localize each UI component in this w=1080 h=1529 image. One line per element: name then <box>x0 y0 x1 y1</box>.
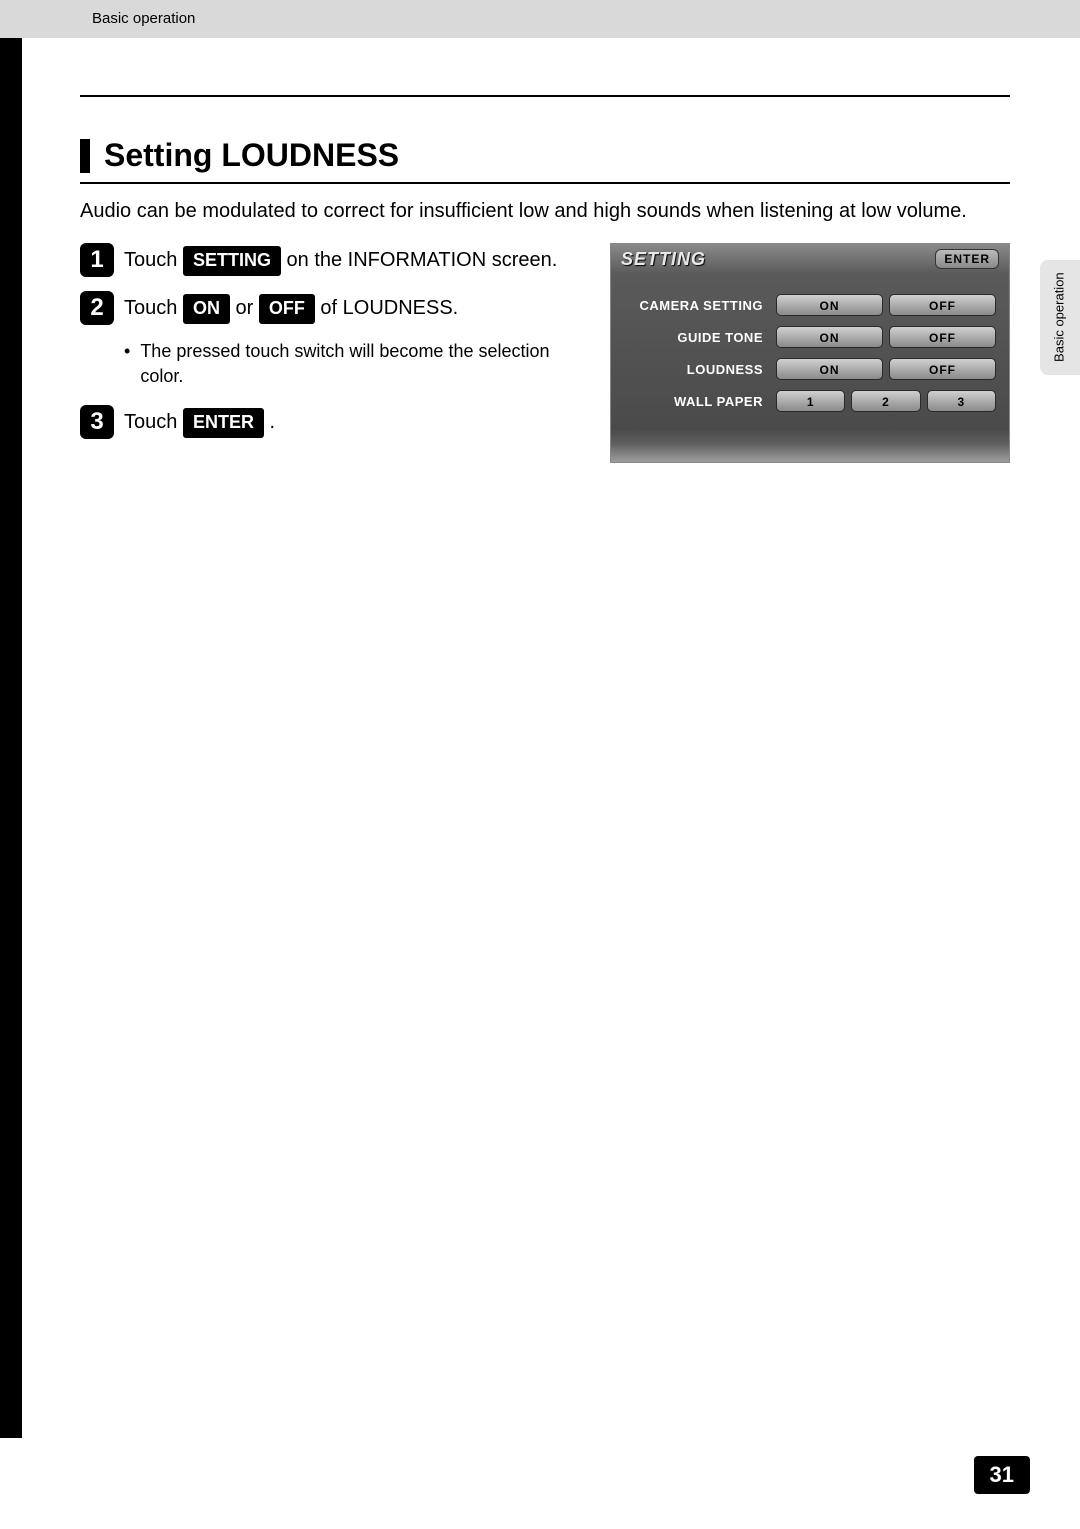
row-guide-tone: GUIDE TONE ON OFF <box>621 322 999 352</box>
step-text: on the INFORMATION screen. <box>287 249 558 271</box>
step-body: Touch ENTER . <box>124 405 275 438</box>
enter-button[interactable]: ENTER <box>935 249 999 269</box>
step-number: 3 <box>80 405 114 439</box>
row-loudness: LOUDNESS ON OFF <box>621 354 999 384</box>
off-button-label: OFF <box>259 294 315 324</box>
section-tab-label: Basic operation <box>1053 273 1067 363</box>
title-underline <box>80 182 1010 184</box>
mock-title: SETTING <box>621 249 706 270</box>
setting-screen-mock: SETTING ENTER CAMERA SETTING ON OFF GUID… <box>610 243 1010 463</box>
row-wall-paper: WALL PAPER 1 2 3 <box>621 386 999 416</box>
camera-off-button[interactable]: OFF <box>889 294 996 316</box>
screenshot-column: SETTING ENTER CAMERA SETTING ON OFF GUID… <box>610 243 1010 463</box>
setting-button-label: SETTING <box>183 246 281 276</box>
step-number: 1 <box>80 243 114 277</box>
step-text: or <box>236 297 259 319</box>
title-marker <box>80 139 90 173</box>
step-body: Touch SETTING on the INFORMATION screen. <box>124 243 557 276</box>
step-number: 2 <box>80 291 114 325</box>
step-text: Touch <box>124 249 183 271</box>
step-2: 2 Touch ON or OFF of LOUDNESS. <box>80 291 580 325</box>
step-2-notes: The pressed touch switch will become the… <box>124 339 580 389</box>
two-columns: 1 Touch SETTING on the INFORMATION scree… <box>80 243 1010 463</box>
row-label: LOUDNESS <box>621 362 773 377</box>
top-rule <box>80 95 1010 97</box>
guide-off-button[interactable]: OFF <box>889 326 996 348</box>
intro-text: Audio can be modulated to correct for in… <box>80 198 1010 225</box>
page-number: 31 <box>974 1456 1030 1494</box>
wallpaper-1-button[interactable]: 1 <box>776 390 845 412</box>
page-title: Setting LOUDNESS <box>104 137 399 174</box>
mock-shine <box>611 444 1009 462</box>
steps-column: 1 Touch SETTING on the INFORMATION scree… <box>80 243 580 463</box>
wallpaper-2-button[interactable]: 2 <box>851 390 920 412</box>
wallpaper-3-button[interactable]: 3 <box>927 390 996 412</box>
step-3: 3 Touch ENTER . <box>80 405 580 439</box>
enter-button-label: ENTER <box>183 408 264 438</box>
row-label: CAMERA SETTING <box>621 298 773 313</box>
loudness-on-button[interactable]: ON <box>776 358 883 380</box>
row-label: GUIDE TONE <box>621 330 773 345</box>
left-margin-bar <box>0 38 22 1438</box>
step-text: Touch <box>124 297 183 319</box>
step-body: Touch ON or OFF of LOUDNESS. <box>124 291 458 324</box>
step-text: Touch <box>124 411 183 433</box>
page-header: Basic operation <box>0 0 1080 38</box>
row-label: WALL PAPER <box>621 394 773 409</box>
main-content: Setting LOUDNESS Audio can be modulated … <box>80 95 1010 463</box>
step-text: of LOUDNESS. <box>320 297 458 319</box>
guide-on-button[interactable]: ON <box>776 326 883 348</box>
mock-titlebar: SETTING ENTER <box>611 244 1009 274</box>
step-text: . <box>270 411 276 433</box>
mock-body: CAMERA SETTING ON OFF GUIDE TONE ON OFF … <box>611 274 1009 416</box>
note-item: The pressed touch switch will become the… <box>124 339 580 389</box>
camera-on-button[interactable]: ON <box>776 294 883 316</box>
loudness-off-button[interactable]: OFF <box>889 358 996 380</box>
row-camera-setting: CAMERA SETTING ON OFF <box>621 290 999 320</box>
on-button-label: ON <box>183 294 230 324</box>
breadcrumb: Basic operation <box>92 10 195 27</box>
section-tab: Basic operation <box>1040 260 1080 375</box>
step-1: 1 Touch SETTING on the INFORMATION scree… <box>80 243 580 277</box>
section-title-row: Setting LOUDNESS <box>80 137 1010 174</box>
